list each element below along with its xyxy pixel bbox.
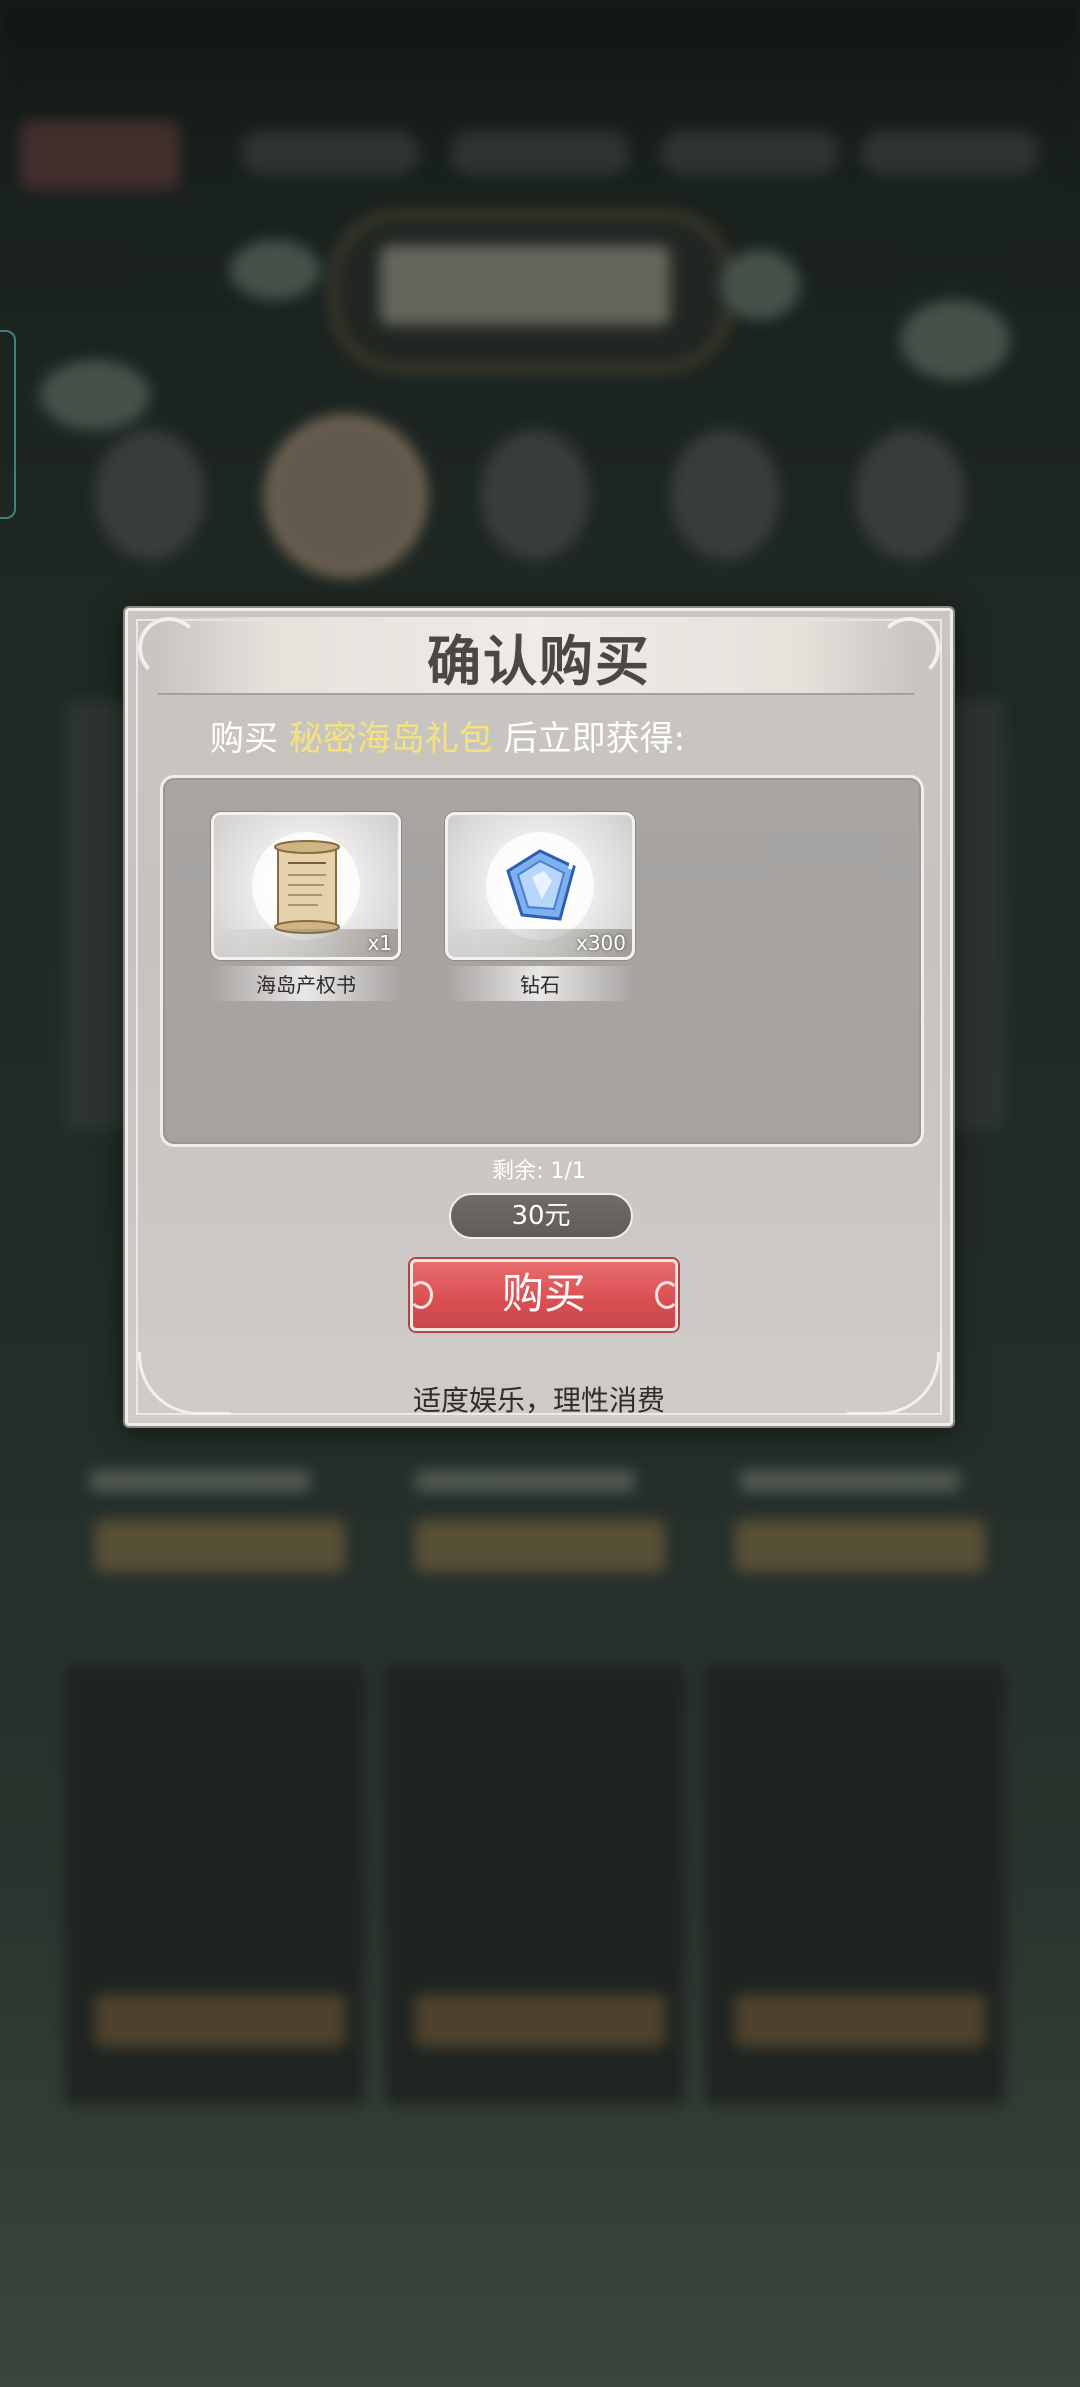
reward-item-frame: x300 <box>445 812 635 960</box>
item-name: 钻石 <box>445 966 635 1001</box>
reward-item[interactable]: x300 钻石 <box>445 812 635 1001</box>
package-name: 秘密海岛礼包 <box>288 719 493 759</box>
diamond-icon <box>486 832 594 940</box>
purchase-description: 购买 秘密海岛礼包 后立即获得: <box>210 711 910 760</box>
screen: 确认购买 购买 秘密海岛礼包 后立即获得: x1 海岛产权书 x300 钻石 剩… <box>0 0 1080 2387</box>
reward-item[interactable]: x1 海岛产权书 <box>211 812 401 1001</box>
item-name: 海岛产权书 <box>211 966 401 1001</box>
responsible-spending-note: 适度娱乐，理性消费 <box>412 1384 665 1417</box>
remaining-count: 剩余: 1/1 <box>492 1159 586 1184</box>
rewards-panel: x1 海岛产权书 x300 钻石 <box>160 775 924 1147</box>
item-quantity: x1 <box>367 931 392 955</box>
price-label: 30元 <box>449 1193 633 1239</box>
scroll-deed-icon <box>252 832 360 940</box>
confirm-purchase-dialog: 确认购买 购买 秘密海岛礼包 后立即获得: x1 海岛产权书 x300 钻石 剩… <box>125 608 953 1426</box>
subtitle-prefix: 购买 <box>210 719 278 759</box>
item-quantity: x300 <box>575 931 626 955</box>
reward-item-frame: x1 <box>211 812 401 960</box>
subtitle-suffix: 后立即获得: <box>503 719 686 759</box>
buy-button[interactable]: 购买 <box>409 1259 679 1331</box>
dialog-title: 确认购买 <box>427 629 651 693</box>
